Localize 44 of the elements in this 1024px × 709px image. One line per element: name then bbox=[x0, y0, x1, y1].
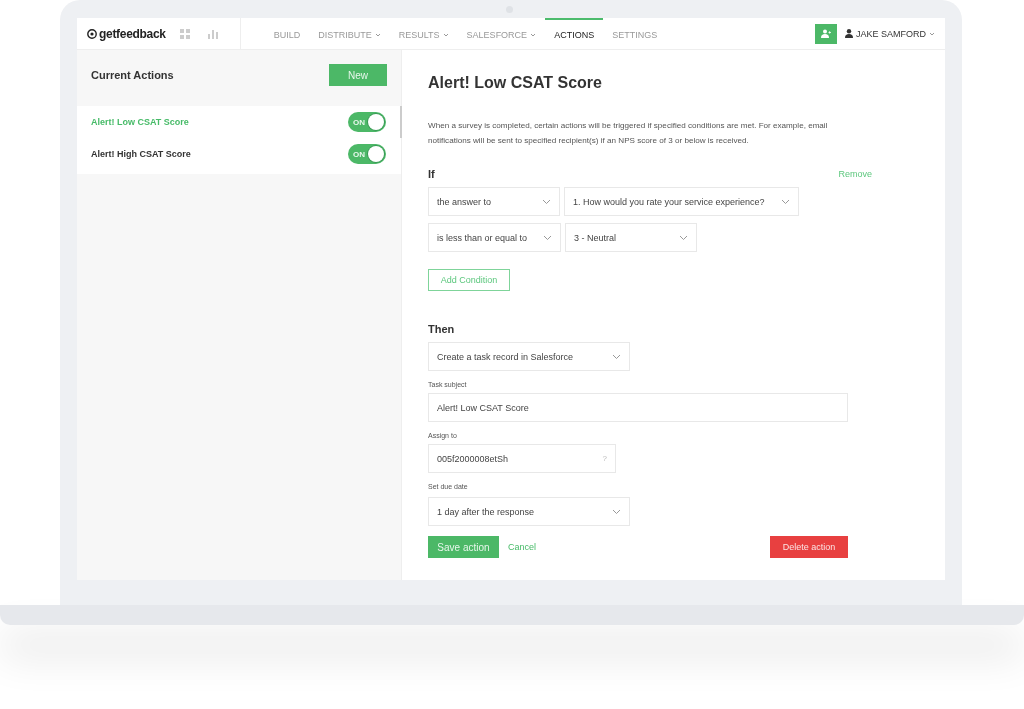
cancel-link[interactable]: Cancel bbox=[508, 542, 536, 552]
remove-link[interactable]: Remove bbox=[838, 169, 872, 179]
grid-icon[interactable] bbox=[179, 28, 190, 39]
chevron-down-icon bbox=[679, 234, 689, 241]
sidebar-title: Current Actions bbox=[91, 69, 174, 81]
caret-icon bbox=[929, 31, 935, 36]
if-heading: If bbox=[428, 168, 435, 180]
toggle-switch[interactable]: ON bbox=[348, 144, 386, 164]
select-field[interactable]: Create a task record in Salesforce bbox=[428, 342, 630, 371]
add-user-icon bbox=[821, 29, 831, 38]
description: When a survey is completed, certain actions will be triggered if specified conditions are met. For example, email notifications will be sent to specified recipient(s) if an NPS score of 3 or below is received. bbox=[428, 120, 829, 147]
nav-tab[interactable]: SALESFORCE bbox=[457, 18, 546, 50]
new-button[interactable]: New bbox=[329, 64, 387, 86]
user-menu[interactable]: JAKE SAMFORD bbox=[845, 28, 935, 39]
save-button[interactable]: Save action bbox=[428, 536, 499, 558]
delete-button[interactable]: Delete action bbox=[770, 536, 848, 558]
select-field[interactable]: 1. How would you rate your service experience? bbox=[564, 187, 799, 216]
logo-icon bbox=[87, 28, 97, 39]
toggle-switch[interactable]: ON bbox=[348, 112, 386, 132]
input-field[interactable]: Alert! Low CSAT Score bbox=[428, 393, 848, 422]
nav-tab[interactable]: DISTRIBUTE bbox=[309, 18, 390, 50]
nav-tab[interactable]: BUILD bbox=[264, 18, 310, 50]
then-heading: Then bbox=[428, 323, 456, 335]
nav-tab[interactable]: SETTINGS bbox=[603, 18, 667, 50]
action-title: Alert! Low CSAT Score bbox=[428, 74, 603, 92]
chevron-down-icon bbox=[612, 353, 621, 360]
person-icon bbox=[845, 29, 853, 38]
chevron-down-icon bbox=[780, 198, 790, 205]
select-field[interactable]: the answer to bbox=[428, 187, 560, 216]
input-field[interactable]: 005f2000008etSh ? bbox=[428, 444, 616, 473]
action-item[interactable]: Alert! High CSAT Score bbox=[91, 149, 191, 159]
nav-tab[interactable]: RESULTS bbox=[389, 18, 458, 50]
add-condition-button[interactable]: Add Condition bbox=[428, 269, 510, 291]
nav-tab[interactable]: ACTIONS bbox=[545, 18, 604, 50]
logo-text: getfeedback bbox=[99, 26, 166, 41]
action-item[interactable]: Alert! Low CSAT Score bbox=[91, 117, 189, 127]
chevron-down-icon bbox=[542, 198, 551, 205]
chevron-down-icon bbox=[543, 234, 553, 241]
select-field[interactable]: 3 - Neutral bbox=[565, 223, 698, 252]
chevron-down-icon bbox=[612, 508, 621, 515]
add-user-button[interactable] bbox=[815, 23, 837, 44]
select-field[interactable]: is less than or equal to bbox=[428, 223, 562, 252]
bar-chart-icon[interactable] bbox=[207, 28, 218, 39]
select-field[interactable]: 1 day after the response bbox=[428, 497, 630, 526]
